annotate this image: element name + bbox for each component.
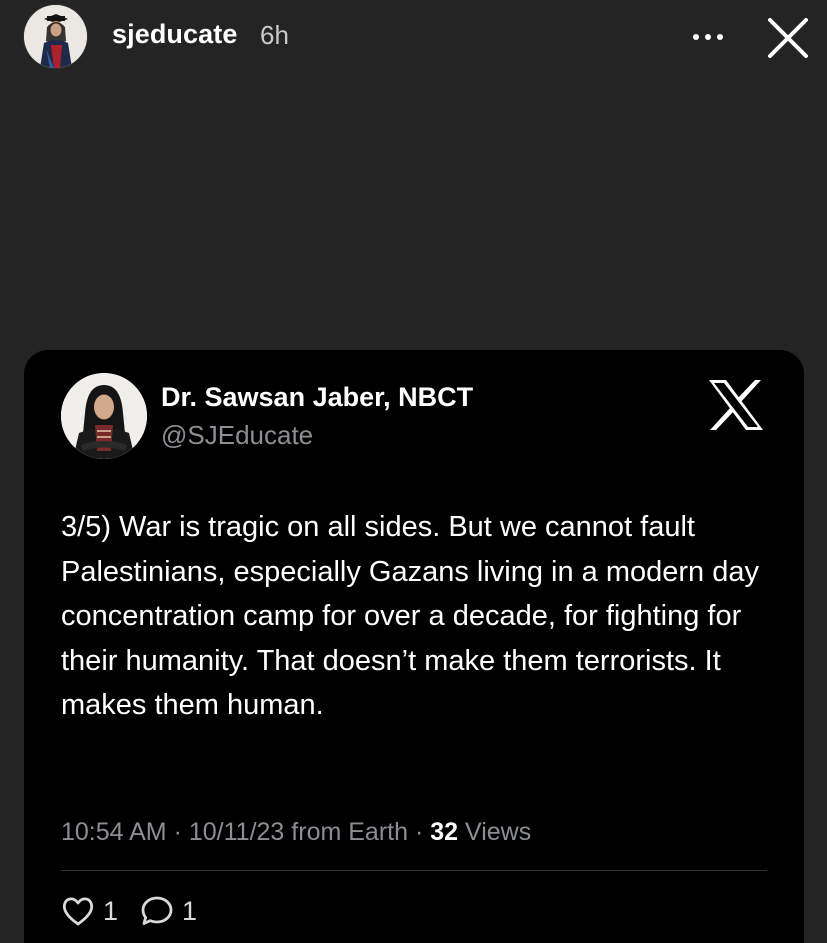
story-username[interactable]: sjeducate (112, 19, 237, 50)
tweet-source: from Earth (291, 818, 408, 846)
tweet-time[interactable]: 10:54 AM (61, 818, 167, 846)
profile-photo-icon (24, 5, 87, 68)
tweet-display-name[interactable]: Dr. Sawsan Jaber, NBCT (161, 382, 473, 413)
close-button[interactable] (764, 14, 812, 62)
tweet-meta: 10:54 AM · 10/11/23 from Earth · 32 View… (61, 818, 531, 847)
x-logo-icon[interactable] (707, 379, 765, 431)
tweet-avatar[interactable] (61, 373, 147, 459)
tweet-handle[interactable]: @SJEducate (161, 420, 313, 451)
reply-button[interactable]: 1 (140, 895, 197, 927)
story-time-ago: 6h (260, 20, 289, 50)
story-viewer: sjeducate 6h Dr. Sawsan Jaber, NBCT @SJE… (0, 0, 827, 943)
meta-separator: · (173, 818, 189, 846)
profile-photo-icon (61, 373, 147, 459)
tweet-text: 3/5) War is tragic on all sides. But we … (61, 511, 759, 721)
tweet-views-count: 32 (430, 818, 459, 846)
reply-bubble-icon (141, 896, 173, 925)
like-count: 1 (103, 895, 119, 926)
meta-separator: · (414, 818, 431, 846)
story-avatar[interactable] (24, 5, 87, 68)
tweet-date[interactable]: 10/11/23 (189, 818, 284, 846)
reply-count: 1 (182, 895, 198, 926)
like-button[interactable]: 1 (61, 895, 118, 927)
close-icon (768, 18, 808, 58)
more-options-button[interactable] (686, 22, 730, 52)
tweet-card[interactable]: Dr. Sawsan Jaber, NBCT @SJEducate 3/5) W… (24, 350, 804, 943)
tweet-views-label: Views (465, 818, 532, 846)
tweet-actions: 1 1 (61, 895, 219, 927)
tweet-divider (61, 870, 767, 871)
more-horizontal-icon (693, 34, 723, 40)
heart-icon (62, 897, 94, 926)
